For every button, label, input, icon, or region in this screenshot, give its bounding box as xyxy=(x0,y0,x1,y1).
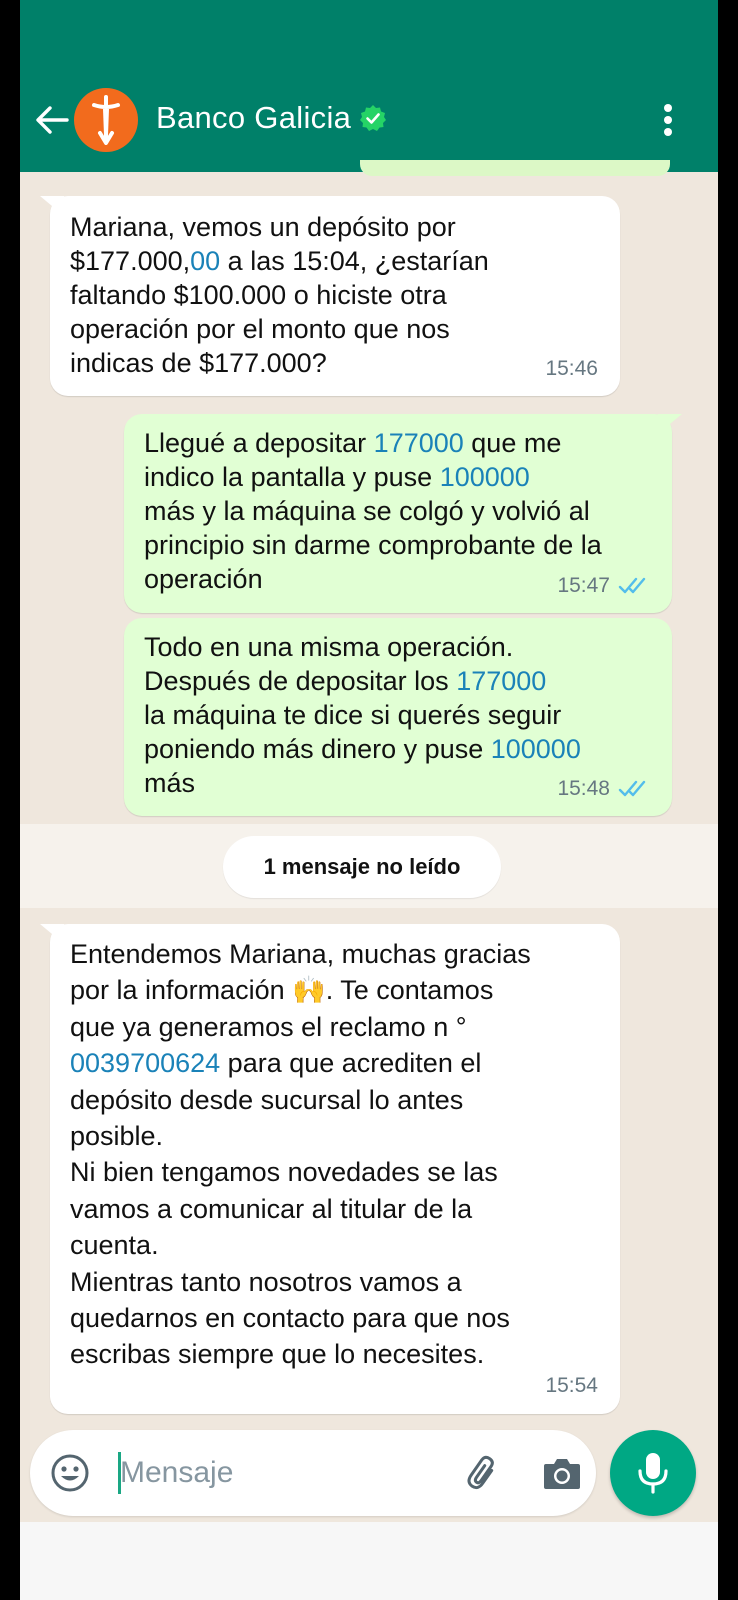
message-list[interactable]: Mariana, vemos un depósito por $177.000,… xyxy=(20,160,718,1522)
raised-hands-emoji: 🙌 xyxy=(292,975,326,1006)
message-bubble-outgoing[interactable]: Todo en una misma operación. Después de … xyxy=(124,618,672,816)
more-vert-icon xyxy=(664,104,672,112)
message-time: 15:48 xyxy=(557,777,610,800)
message-bubble-outgoing[interactable]: Llegué a depositar 177000 que me indico … xyxy=(124,414,682,613)
message-composer xyxy=(30,1430,596,1516)
bubble-tail xyxy=(40,196,64,216)
message-link[interactable]: 177000 xyxy=(374,428,464,458)
unread-messages-badge: 1 mensaje no leído xyxy=(223,836,501,898)
previous-message-edge xyxy=(360,160,670,176)
message-meta: 15:54 xyxy=(545,1368,598,1404)
message-meta: 15:47 xyxy=(557,569,650,603)
read-receipt-icon xyxy=(618,577,646,594)
system-navigation-bar xyxy=(20,1522,718,1600)
arrow-left-icon xyxy=(36,106,69,134)
message-meta: 15:48 xyxy=(557,772,650,806)
bubble-tail xyxy=(40,924,64,944)
message-link[interactable]: 0039700624 xyxy=(70,1048,220,1078)
more-options-button[interactable] xyxy=(658,100,678,140)
whatsapp-chat-screen: Banco Galicia Mariana, vemos un depósito… xyxy=(20,0,718,1600)
voice-record-button[interactable] xyxy=(610,1430,696,1516)
paperclip-icon[interactable] xyxy=(462,1452,504,1494)
message-time: 15:54 xyxy=(545,1373,598,1397)
message-text-segment: para que acrediten el depósito desde suc… xyxy=(70,1048,510,1370)
message-link[interactable]: 100000 xyxy=(491,734,581,764)
back-button[interactable] xyxy=(32,98,72,142)
message-text: Mariana, vemos un depósito por $177.000,… xyxy=(70,210,600,380)
contact-name-area[interactable]: Banco Galicia xyxy=(156,100,387,136)
message-input[interactable] xyxy=(120,1452,450,1494)
bubble-tail xyxy=(658,414,682,434)
message-text: Entendemos Mariana, muchas gracias por l… xyxy=(70,936,600,1373)
message-link[interactable]: 00 xyxy=(190,246,220,276)
contact-name: Banco Galicia xyxy=(156,100,352,135)
message-link[interactable]: 177000 xyxy=(456,666,546,696)
verified-badge-icon xyxy=(360,105,387,131)
message-link[interactable]: 100000 xyxy=(440,462,530,492)
galicia-logo-icon xyxy=(92,95,120,145)
message-text-segment: más y la máquina se colgó y volvió al pr… xyxy=(144,496,602,594)
message-bubble-incoming[interactable]: Entendemos Mariana, muchas gracias por l… xyxy=(40,924,620,1414)
message-text-segment: más xyxy=(144,768,196,798)
read-receipt-icon xyxy=(618,780,646,797)
message-time: 15:46 xyxy=(545,357,598,380)
camera-icon[interactable] xyxy=(542,1454,582,1492)
chat-header: Banco Galicia xyxy=(20,0,718,172)
mic-icon xyxy=(638,1453,668,1494)
message-meta: 15:46 xyxy=(545,352,598,386)
message-time: 15:47 xyxy=(557,574,610,597)
emoji-icon[interactable] xyxy=(50,1453,90,1493)
contact-avatar[interactable] xyxy=(74,88,138,152)
message-bubble-incoming[interactable]: Mariana, vemos un depósito por $177.000,… xyxy=(40,196,620,396)
message-text-segment: Llegué a depositar xyxy=(144,428,374,458)
